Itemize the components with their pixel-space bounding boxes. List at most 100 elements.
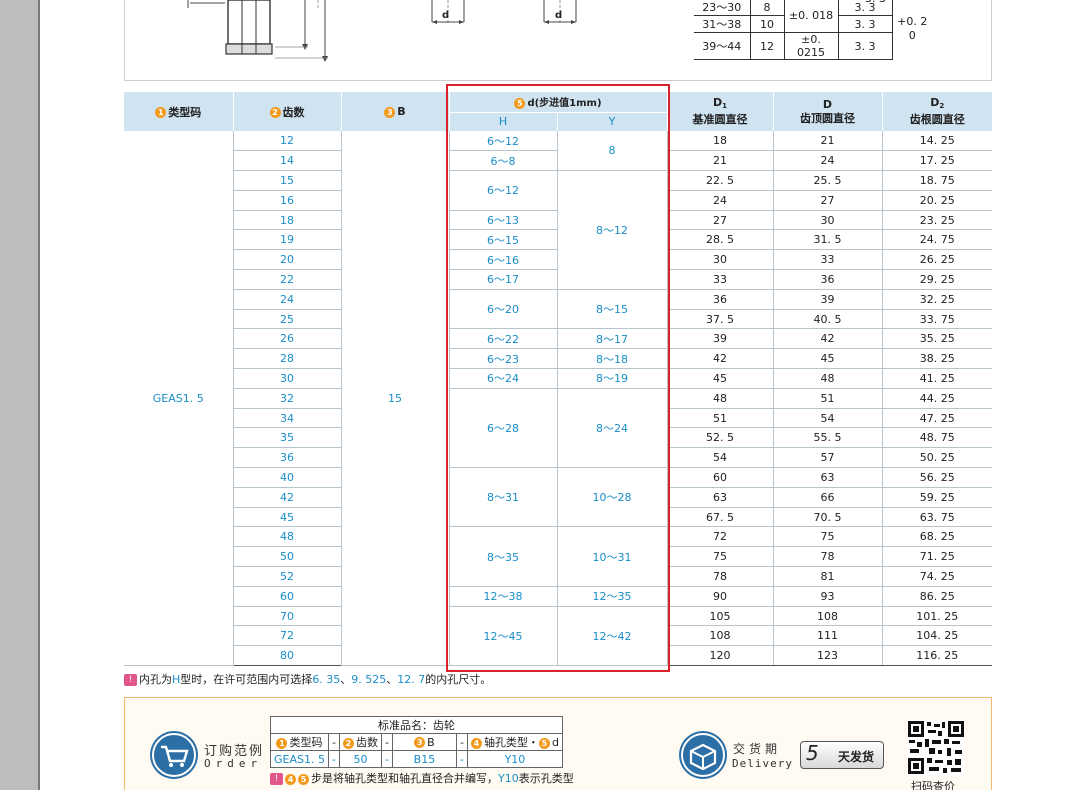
d2-cell: 47. 25 — [882, 408, 992, 429]
bore-h-cell: 6～20 — [449, 289, 558, 330]
table-row: 28 6～23 8～18 42 45 38. 25 — [124, 348, 992, 370]
minus-tol: 0 — [908, 29, 916, 43]
teeth-cell: 70 — [233, 606, 342, 627]
d2-cell: 20. 25 — [882, 190, 992, 211]
teeth-cell: 34 — [233, 408, 342, 429]
d1-cell: 54 — [667, 447, 774, 469]
bore-y-cell: 8～24 — [557, 388, 668, 469]
d2-cell: 29. 25 — [882, 269, 992, 290]
plus-tol: +0. 2 — [897, 15, 928, 29]
d1-cell: 90 — [667, 586, 774, 607]
d-cell: 51 — [773, 388, 883, 409]
bore-h-cell: 8～31 — [449, 467, 558, 528]
delivery-days-text: 天发货 — [838, 750, 875, 764]
d-cell: 39 — [773, 289, 883, 310]
order-v-teeth: 50 — [338, 750, 382, 768]
order-dash: - — [455, 750, 468, 768]
d1-cell: 42 — [667, 348, 774, 370]
d1-cell: 48 — [667, 388, 774, 409]
warning-icon: ! — [124, 674, 137, 686]
d2-cell: 86. 25 — [882, 586, 992, 607]
bore-y-cell: 12～42 — [557, 606, 668, 667]
bore-h-cell: 6～24 — [449, 368, 558, 389]
order-dash: - — [327, 750, 340, 768]
d1-cell: 51 — [667, 408, 774, 429]
header-b: 3B — [341, 92, 450, 131]
d2-cell: 18. 75 — [882, 170, 992, 191]
d1-cell: 60 — [667, 467, 774, 488]
d2-cell: 50. 25 — [882, 447, 992, 469]
bore-h-cell: 6～12 — [449, 131, 558, 152]
header-type-code: 1 类型码 — [124, 92, 234, 131]
d-cell: 55. 5 — [773, 427, 883, 449]
d2-cell: 71. 25 — [882, 546, 992, 568]
order-h-bore: 4 轴孔类型・ 5 d — [466, 733, 563, 751]
order-v-b: B15 — [391, 750, 457, 768]
header-d2: D2 齿根圆直径 — [882, 92, 992, 131]
teeth-cell: 15 — [233, 170, 342, 191]
teeth-cell: 60 — [233, 586, 342, 607]
type-code-cell: GEAS1. 5 — [124, 131, 234, 667]
d-cell: 25. 5 — [773, 170, 883, 191]
table-row: 48 8～35 10～31 72 75 68. 25 — [124, 526, 992, 587]
d-cell: 27 — [773, 190, 883, 211]
teeth-cell: 36 — [233, 447, 342, 469]
d1-cell: 108 — [667, 625, 774, 647]
d-cell: 66 — [773, 487, 883, 508]
d-cell: 57 — [773, 447, 883, 469]
bore-h-cell: 8～35 — [449, 526, 558, 587]
d-cell: 63 — [773, 467, 883, 488]
d2-cell: 74. 25 — [882, 566, 992, 587]
header-y: Y — [557, 111, 668, 131]
gutter-line — [38, 0, 40, 790]
order-note: ! 4 5 步是将轴孔类型和轴孔直径合并编写，Y10表示孔类型 — [270, 770, 574, 786]
key-size-cell: 12 — [749, 32, 784, 60]
teeth-cell: 24 — [233, 289, 342, 310]
delivery-label: 交货期 — [733, 742, 782, 756]
key-size-row: 23～30 8 ±0. 018 3. 3 +0. 20 — [694, 0, 932, 60]
d2-cell: 63. 75 — [882, 507, 992, 528]
d2-cell: 68. 25 — [882, 526, 992, 548]
d-cell: 40. 5 — [773, 309, 883, 330]
d1-cell: 105 — [667, 606, 774, 627]
bore-y-cell: 8～18 — [557, 348, 668, 370]
key-size-cell: ±0. 018 — [783, 0, 838, 33]
mini-top-value: 3. 3 — [865, 0, 886, 5]
bore-h-cell: 6～13 — [449, 210, 558, 231]
d-cell: 123 — [773, 645, 883, 667]
d2-cell: 38. 25 — [882, 348, 992, 370]
teeth-cell: 40 — [233, 467, 342, 488]
table-row: GEAS1. 5 12 15 6～12 8 18 21 14. 25 — [124, 131, 992, 667]
table-row: 15 6～12 8～12 22. 5 25. 5 18. 75 — [124, 170, 992, 290]
d1-cell: 33 — [667, 269, 774, 290]
teeth-cell: 16 — [233, 190, 342, 211]
order-example-table: 标准品名：齿轮 1 类型码 - 2 齿数 - 3B - 4 轴孔类型・ 5 d GEAS1… — [270, 716, 563, 768]
order-dash: - — [380, 750, 393, 768]
bore-h-cell: 6～16 — [449, 249, 558, 271]
teeth-cell: 45 — [233, 507, 342, 528]
bore-h-cell: 6～8 — [449, 150, 558, 172]
d2-cell: 41. 25 — [882, 368, 992, 389]
teeth-cell: 14 — [233, 150, 342, 172]
header-h: H — [449, 111, 558, 131]
d1-cell: 28. 5 — [667, 229, 774, 251]
key-size-cell: 23～30 — [694, 0, 750, 16]
d2-cell: 14. 25 — [882, 131, 992, 152]
key-size-cell: ±0. 0215 — [783, 32, 838, 60]
d2-cell: 44. 25 — [882, 388, 992, 409]
key-size-cell: 3. 3 — [837, 15, 892, 33]
table-row: 24 6～20 8～15 36 39 32. 25 — [124, 289, 992, 330]
order-dash: - — [380, 733, 393, 751]
bore-h-cell: 6～23 — [449, 348, 558, 370]
d1-cell: 22. 5 — [667, 170, 774, 191]
teeth-cell: 12 — [233, 131, 342, 152]
qr-code-icon[interactable] — [907, 720, 965, 775]
teeth-cell: 42 — [233, 487, 342, 508]
d1-cell: 24 — [667, 190, 774, 211]
qr-label: 扫码查价 — [911, 780, 955, 790]
teeth-cell: 22 — [233, 269, 342, 290]
key-size-cell: 3. 3 — [837, 32, 892, 60]
teeth-cell: 32 — [233, 388, 342, 409]
table-row: 40 8～31 10～28 60 63 56. 25 — [124, 467, 992, 528]
bore-note: ! 内孔为H型时，在许可范围内可选择6. 35、9. 525、12. 7的内孔尺寸… — [124, 671, 491, 687]
